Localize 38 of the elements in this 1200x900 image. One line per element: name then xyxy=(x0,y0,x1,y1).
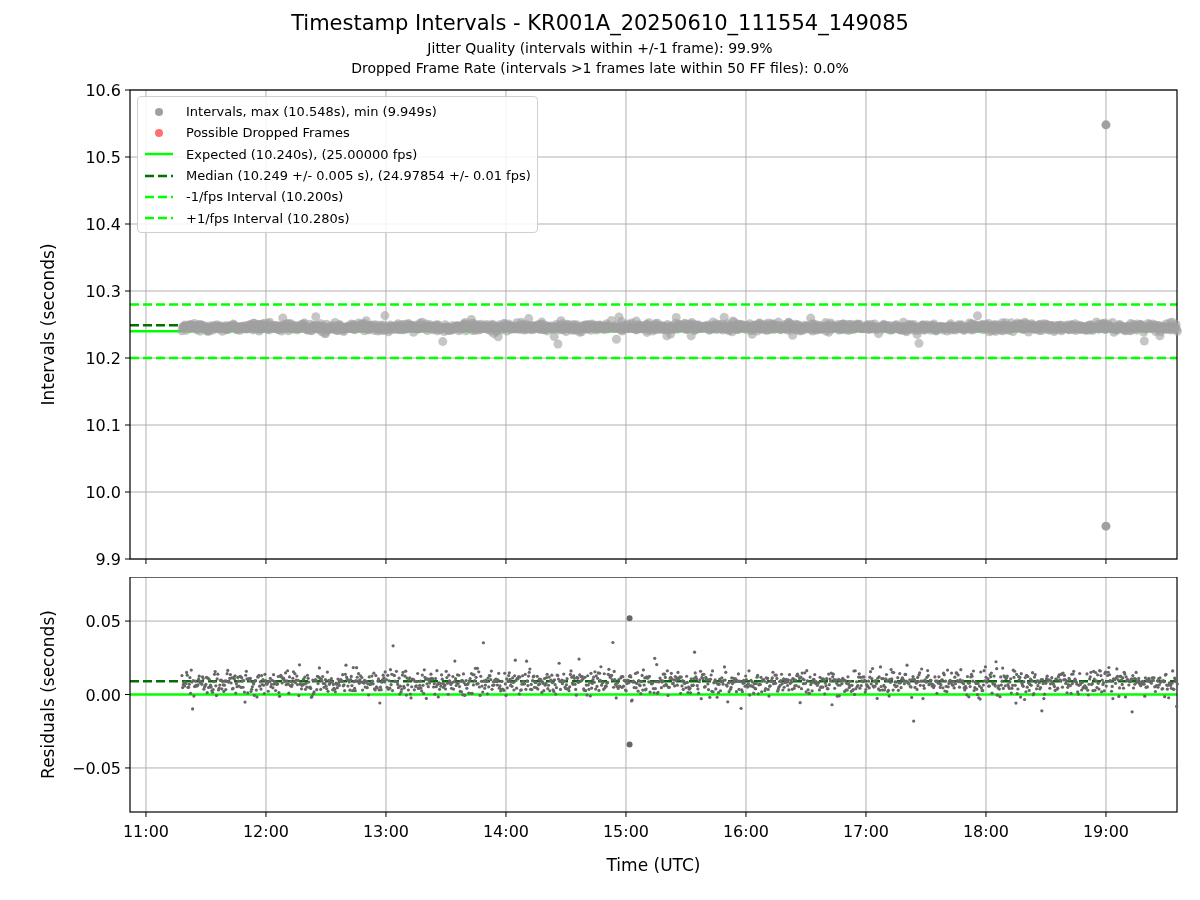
tick-label: 10.0 xyxy=(85,483,121,502)
tick-label: 13:00 xyxy=(362,822,409,841)
tick-label: 9.9 xyxy=(95,550,121,569)
legend-dot-icon xyxy=(154,106,164,117)
legend-label: Median (10.249 +/- 0.005 s), (24.97854 +/- 0.01 fps) xyxy=(186,168,531,184)
tick-label: 10.4 xyxy=(85,215,121,234)
tick-label: 11:00 xyxy=(122,822,169,841)
tick-label: 18:00 xyxy=(962,822,1009,841)
legend-dot-icon xyxy=(154,127,164,138)
tick-label: 15:00 xyxy=(602,822,649,841)
legend-label: Intervals, max (10.548s), min (9.949s) xyxy=(186,104,437,120)
legend-line-icon xyxy=(144,194,174,199)
tick-label: 14:00 xyxy=(482,822,529,841)
tick-label: 0.00 xyxy=(85,685,121,705)
tick-label: 10.2 xyxy=(85,349,121,368)
axis-label: Intervals (seconds) xyxy=(38,243,58,406)
tick-label: 12:00 xyxy=(242,822,289,841)
axis-label: Time (UTC) xyxy=(606,855,701,875)
axis-label: Residuals (seconds) xyxy=(38,610,58,779)
tick-label: 16:00 xyxy=(722,822,769,841)
chart-title: Timestamp Intervals - KR001A_20250610_111554_149085 xyxy=(291,10,909,37)
legend-line-icon xyxy=(144,173,174,178)
legend-label: Possible Dropped Frames xyxy=(186,125,350,141)
tick-label: 10.6 xyxy=(85,81,121,100)
legend-label: Expected (10.240s), (25.00000 fps) xyxy=(186,146,418,162)
legend-label: +1/fps Interval (10.280s) xyxy=(186,210,350,226)
tick-label: 10.1 xyxy=(85,416,121,435)
tick-label: 10.5 xyxy=(85,148,121,167)
chart-subtitle: Dropped Frame Rate (intervals >1 frames late within 50 FF files): 0.0% xyxy=(351,59,849,78)
legend-line-icon xyxy=(144,152,174,157)
tick-label: −0.05 xyxy=(71,758,121,778)
legend-line-icon xyxy=(144,216,174,221)
legend-label: -1/fps Interval (10.200s) xyxy=(186,189,344,205)
tick-label: 19:00 xyxy=(1082,822,1129,841)
tick-label: 0.05 xyxy=(85,612,121,632)
tick-label: 17:00 xyxy=(842,822,889,841)
chart-subtitle: Jitter Quality (intervals within +/-1 frame): 99.9% xyxy=(427,39,773,58)
tick-label: 10.3 xyxy=(85,282,121,301)
